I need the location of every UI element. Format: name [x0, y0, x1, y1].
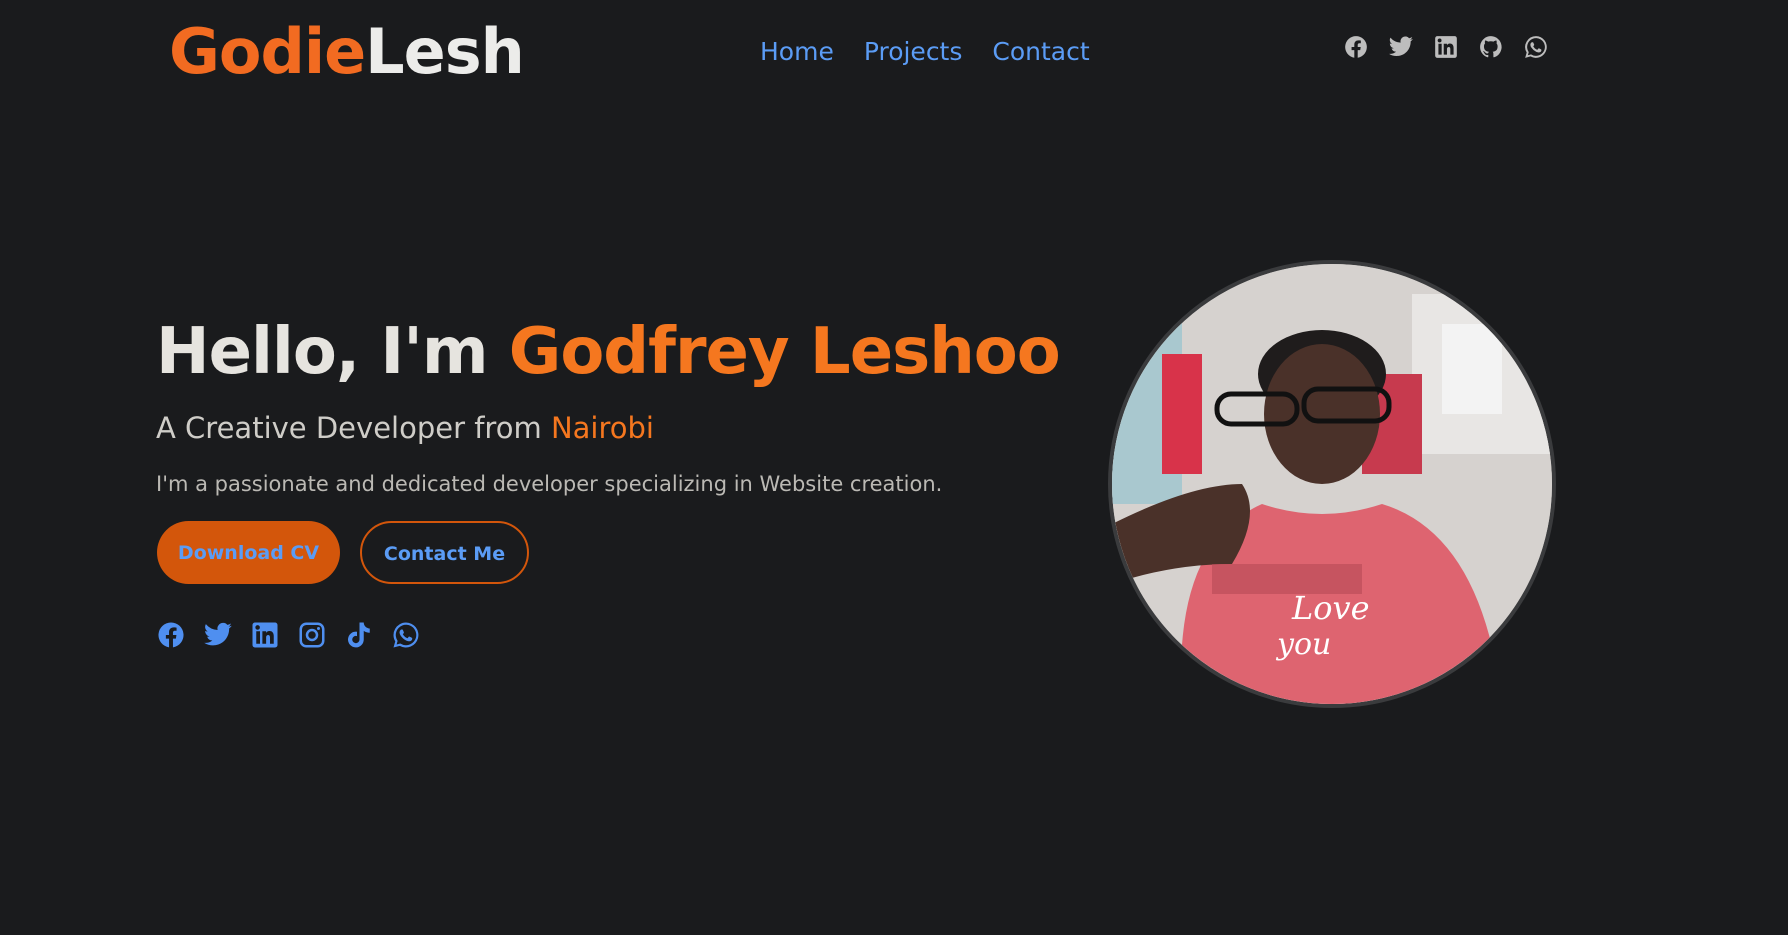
twitter-icon[interactable]	[1388, 34, 1414, 60]
hero-social-links	[156, 620, 421, 650]
subtitle-prefix: A Creative Developer from	[156, 411, 551, 445]
facebook-icon[interactable]	[156, 620, 186, 650]
whatsapp-icon[interactable]	[1523, 34, 1549, 60]
hero-subtitle: A Creative Developer from Nairobi	[156, 408, 654, 448]
svg-text:you: you	[1275, 627, 1331, 662]
main-nav: Home Projects Contact	[760, 34, 1090, 70]
svg-text:Love: Love	[1291, 589, 1370, 627]
nav-projects-link[interactable]: Projects	[864, 34, 963, 70]
hero-description: I'm a passionate and dedicated developer…	[156, 472, 943, 496]
hero-title-prefix: Hello, I'm	[156, 315, 509, 389]
subtitle-city: Nairobi	[550, 411, 654, 445]
download-cv-button[interactable]: Download CV	[157, 521, 340, 584]
nav-contact-link[interactable]: Contact	[992, 34, 1089, 70]
tiktok-icon[interactable]	[344, 620, 374, 650]
profile-photo: Love you	[1108, 260, 1556, 708]
logo-first-part: Godie	[169, 15, 366, 88]
github-icon[interactable]	[1478, 34, 1504, 60]
facebook-icon[interactable]	[1343, 34, 1369, 60]
linkedin-icon[interactable]	[1433, 34, 1459, 60]
hero-title: Hello, I'm Godfrey Leshoo	[156, 312, 1061, 392]
hero-title-name: Godfrey Leshoo	[508, 315, 1061, 389]
twitter-icon[interactable]	[203, 620, 233, 650]
nav-home-link[interactable]: Home	[760, 34, 834, 70]
linkedin-icon[interactable]	[250, 620, 280, 650]
site-logo[interactable]: GodieLesh	[169, 15, 525, 88]
instagram-icon[interactable]	[297, 620, 327, 650]
logo-second-part: Lesh	[365, 15, 525, 88]
whatsapp-icon[interactable]	[391, 620, 421, 650]
contact-me-button[interactable]: Contact Me	[360, 521, 529, 584]
header-social-links	[1343, 34, 1549, 60]
